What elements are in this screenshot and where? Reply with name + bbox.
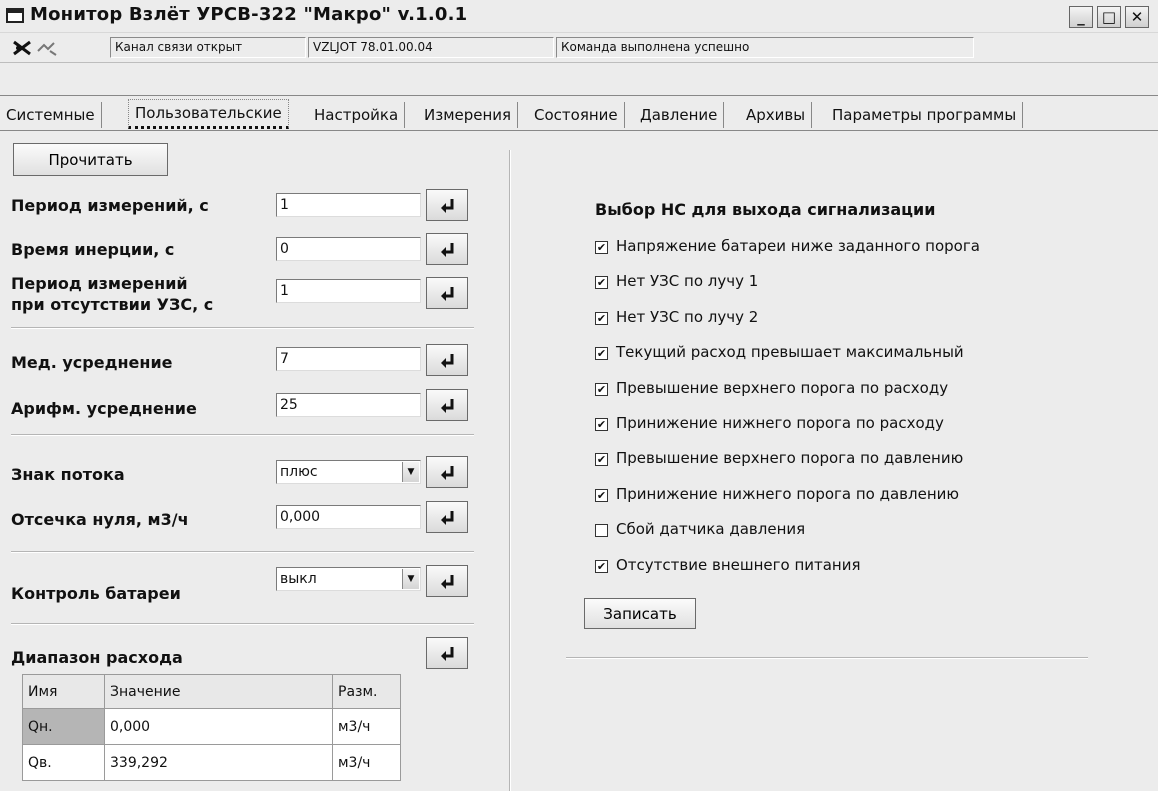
separator [566,657,1088,659]
tab-baseline [0,130,1158,131]
apply-enter-icon[interactable] [426,565,468,597]
checkbox-checked-icon[interactable]: ✔ [595,241,608,254]
checkbox-checked-icon[interactable]: ✔ [595,488,608,502]
apply-enter-icon[interactable] [426,637,468,669]
alarm-checkbox-label[interactable]: Текущий расход превышает максимальный [616,343,964,361]
tab-system[interactable]: Системные [0,102,102,128]
apply-enter-icon[interactable] [426,233,468,265]
alarm-checkbox-label[interactable]: Нет УЗС по лучу 2 [616,308,758,326]
table-row[interactable]: Qн. 0,000 м3/ч [22,708,401,745]
field-label: Отсечка нуля, м3/ч [11,510,189,529]
separator [11,623,474,625]
column-header[interactable]: Разм. [332,674,401,709]
alarm-checkbox-label[interactable]: Принижение нижнего порога по давлению [616,485,959,503]
range-table: Имя Значение Разм. Qн. 0,000 м3/ч Qв. 33… [22,674,401,781]
cell-unit[interactable]: м3/ч [332,744,401,781]
alarm-checkbox-label[interactable]: Отсутствие внешнего питания [616,556,861,574]
column-header[interactable]: Имя [22,674,105,709]
field-label-line2: при отсутствии УЗС, с [11,295,214,314]
apply-enter-icon[interactable] [426,501,468,533]
median-avg-input[interactable]: 7 [276,347,421,371]
alarm-checkbox-label[interactable]: Нет УЗС по лучу 1 [616,272,758,290]
checkbox-checked-icon[interactable]: ✔ [595,559,608,573]
separator [11,327,474,329]
table-header-row: Имя Значение Разм. [22,674,401,709]
tab-user[interactable]: Пользовательские [128,99,289,129]
alarm-checkbox-label[interactable]: Превышение верхнего порога по расходу [616,379,948,397]
tab-settings[interactable]: Настройка [308,102,406,128]
title-bar: Монитор Взлёт УРСВ-322 "Макро" v.1.0.1 _… [0,0,1158,33]
field-label: Период измерений [11,274,188,293]
read-button[interactable]: Прочитать [13,143,168,176]
apply-enter-icon[interactable] [426,189,468,221]
table-row[interactable]: Qв. 339,292 м3/ч [22,744,401,781]
separator [11,551,474,553]
apply-enter-icon[interactable] [426,277,468,309]
apply-enter-icon[interactable] [426,344,468,376]
apply-enter-icon[interactable] [426,389,468,421]
tab-pressure[interactable]: Давление [634,102,725,128]
app-icon [6,8,24,23]
chevron-down-icon[interactable]: ▼ [402,569,419,589]
battery-control-select[interactable]: выкл ▼ [276,567,421,591]
checkbox-checked-icon[interactable]: ✔ [595,418,608,431]
field-label: Период измерений, с [11,196,209,215]
checkbox-checked-icon[interactable]: ✔ [595,382,608,396]
range-title: Диапазон расхода [11,648,183,667]
tab-state[interactable]: Состояние [528,102,625,128]
field-label: Контроль батареи [11,584,181,603]
inertia-time-input[interactable]: 0 [276,237,421,261]
checkbox-checked-icon[interactable]: ✔ [595,276,608,290]
tab-strip [0,64,1158,96]
chevron-down-icon[interactable]: ▼ [402,462,419,482]
field-label: Мед. усреднение [11,353,173,372]
channel-status: Канал связи открыт [110,37,306,58]
alarm-checkbox-label[interactable]: Принижение нижнего порога по расходу [616,414,944,432]
device-version: VZLJOT 78.01.00.04 [308,37,554,58]
column-header[interactable]: Значение [104,674,333,709]
flow-sign-value: плюс [280,464,318,480]
field-label: Арифм. усреднение [11,399,197,418]
disconnect-icon[interactable] [12,39,32,57]
arith-avg-input[interactable]: 25 [276,393,421,417]
alarm-checkbox-label[interactable]: Напряжение батареи ниже заданного порога [616,237,980,255]
cell-name[interactable]: Qв. [22,744,105,781]
panel-divider [509,150,511,791]
connect-icon[interactable] [36,39,58,57]
checkbox-checked-icon[interactable]: ✔ [595,347,608,361]
field-label: Знак потока [11,465,125,484]
cell-name[interactable]: Qн. [22,708,105,745]
command-status: Команда выполнена успешно [556,37,974,58]
alarm-checkbox-label[interactable]: Превышение верхнего порога по давлению [616,449,963,467]
checkbox-unchecked-icon[interactable] [595,524,608,538]
flow-sign-select[interactable]: плюс ▼ [276,460,421,484]
battery-control-value: выкл [280,571,317,587]
tab-measurements[interactable]: Измерения [418,102,519,128]
cell-value[interactable]: 0,000 [104,708,333,745]
alarm-section-title: Выбор НС для выхода сигнализации [595,200,936,219]
zero-cutoff-input[interactable]: 0,000 [276,505,421,529]
maximize-icon[interactable]: □ [1097,6,1121,28]
measure-period-input[interactable]: 1 [276,193,421,217]
no-signal-period-input[interactable]: 1 [276,279,421,303]
field-label: Время инерции, с [11,240,175,259]
checkbox-checked-icon[interactable]: ✔ [595,311,608,325]
separator [11,434,474,436]
cell-unit[interactable]: м3/ч [332,708,401,745]
close-icon[interactable]: ✕ [1125,6,1149,28]
checkbox-checked-icon[interactable]: ✔ [595,453,608,467]
apply-enter-icon[interactable] [426,456,468,488]
cell-value[interactable]: 339,292 [104,744,333,781]
status-bar: Канал связи открыт VZLJOT 78.01.00.04 Ко… [0,33,1158,63]
write-button[interactable]: Записать [584,598,696,629]
alarm-checkbox-label[interactable]: Сбой датчика давления [616,520,805,538]
minimize-icon[interactable]: _ [1069,6,1093,28]
tab-archives[interactable]: Архивы [740,102,813,128]
tab-program-params[interactable]: Параметры программы [826,102,1024,128]
window-title: Монитор Взлёт УРСВ-322 "Макро" v.1.0.1 [30,4,468,25]
